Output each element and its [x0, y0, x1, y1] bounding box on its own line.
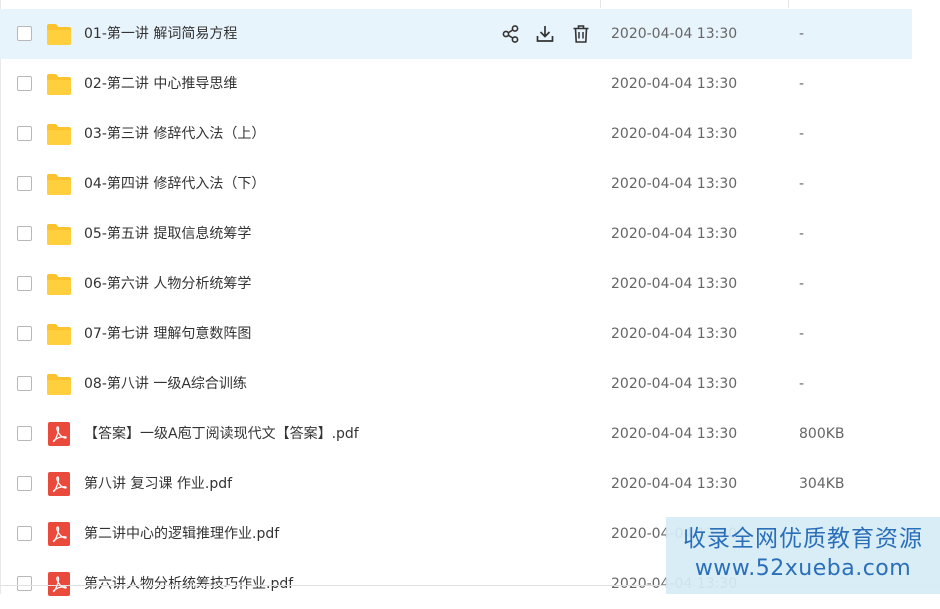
modified-date: 2020-04-04 13:30: [611, 476, 738, 492]
row-checkbox[interactable]: [17, 376, 32, 391]
modified-date: 2020-04-04 13:30: [611, 376, 738, 392]
modified-date: 2020-04-04 13:30: [611, 226, 738, 242]
folder-row[interactable]: 01-第一讲 解词简易方程 2020-04-04 13:30 -: [0, 9, 912, 59]
file-size: -: [799, 276, 805, 292]
file-size: -: [799, 76, 805, 92]
file-name[interactable]: 06-第六讲 人物分析统筹学: [84, 259, 251, 309]
row-checkbox[interactable]: [17, 126, 32, 141]
row-checkbox[interactable]: [17, 76, 32, 91]
folder-icon: [46, 22, 72, 46]
file-size: 304KB: [799, 476, 845, 492]
column-divider: [788, 0, 789, 8]
row-checkbox[interactable]: [17, 476, 32, 491]
folder-icon: [46, 372, 72, 396]
folder-icon: [46, 72, 72, 96]
file-name[interactable]: 第二讲中心的逻辑推理作业.pdf: [84, 509, 279, 559]
download-icon[interactable]: [534, 23, 556, 45]
folder-row[interactable]: 04-第四讲 修辞代入法（下） 2020-04-04 13:30 -: [0, 159, 912, 209]
file-size: -: [799, 376, 805, 392]
watermark-slogan: 收录全网优质教育资源: [683, 526, 923, 552]
file-size: -: [799, 176, 805, 192]
folder-row[interactable]: 08-第八讲 一级A综合训练 2020-04-04 13:30 -: [0, 359, 912, 409]
row-checkbox[interactable]: [17, 326, 32, 341]
pdf-icon: [46, 422, 72, 446]
row-checkbox[interactable]: [17, 526, 32, 541]
file-name[interactable]: 04-第四讲 修辞代入法（下）: [84, 159, 265, 209]
folder-icon: [46, 222, 72, 246]
folder-row[interactable]: 02-第二讲 中心推导思维 2020-04-04 13:30 -: [0, 59, 912, 109]
folder-icon: [46, 172, 72, 196]
file-row[interactable]: 第八讲 复习课 作业.pdf 2020-04-04 13:30 304KB: [0, 459, 912, 509]
modified-date: 2020-04-04 13:30: [611, 276, 738, 292]
file-size: -: [799, 126, 805, 142]
file-size: -: [799, 26, 805, 42]
modified-date: 2020-04-04 13:30: [611, 126, 738, 142]
pdf-icon: [46, 522, 72, 546]
folder-row[interactable]: 05-第五讲 提取信息统筹学 2020-04-04 13:30 -: [0, 209, 912, 259]
file-name[interactable]: 第六讲人物分析统筹技巧作业.pdf: [84, 559, 293, 609]
folder-row[interactable]: 06-第六讲 人物分析统筹学 2020-04-04 13:30 -: [0, 259, 912, 309]
file-name[interactable]: 【答案】一级A庖丁阅读现代文【答案】.pdf: [84, 409, 359, 459]
file-name[interactable]: 03-第三讲 修辞代入法（上）: [84, 109, 265, 159]
folder-icon: [46, 272, 72, 296]
column-divider: [600, 0, 601, 8]
folder-row[interactable]: 03-第三讲 修辞代入法（上） 2020-04-04 13:30 -: [0, 109, 912, 159]
modified-date: 2020-04-04 13:30: [611, 176, 738, 192]
file-name[interactable]: 08-第八讲 一级A综合训练: [84, 359, 247, 409]
file-size: -: [799, 226, 805, 242]
watermark-url: www.52xueba.com: [694, 556, 912, 581]
file-row[interactable]: 【答案】一级A庖丁阅读现代文【答案】.pdf 2020-04-04 13:30 80…: [0, 409, 912, 459]
file-name[interactable]: 05-第五讲 提取信息统筹学: [84, 209, 251, 259]
row-checkbox[interactable]: [17, 276, 32, 291]
pdf-icon: [46, 572, 72, 596]
folder-icon: [46, 322, 72, 346]
row-checkbox[interactable]: [17, 26, 32, 41]
row-checkbox[interactable]: [17, 226, 32, 241]
modified-date: 2020-04-04 13:30: [611, 326, 738, 342]
modified-date: 2020-04-04 13:30: [611, 426, 738, 442]
file-name[interactable]: 02-第二讲 中心推导思维: [84, 59, 237, 109]
pdf-icon: [46, 472, 72, 496]
row-checkbox[interactable]: [17, 176, 32, 191]
row-checkbox[interactable]: [17, 576, 32, 591]
row-checkbox[interactable]: [17, 426, 32, 441]
modified-date: 2020-04-04 13:30: [611, 76, 738, 92]
watermark-banner: 收录全网优质教育资源 www.52xueba.com: [666, 517, 940, 594]
file-name[interactable]: 第八讲 复习课 作业.pdf: [84, 459, 232, 509]
file-name[interactable]: 07-第七讲 理解句意数阵图: [84, 309, 251, 359]
file-size: -: [799, 326, 805, 342]
file-name[interactable]: 01-第一讲 解词简易方程: [84, 9, 237, 59]
file-size: 800KB: [799, 426, 845, 442]
delete-icon[interactable]: [570, 23, 592, 45]
share-icon[interactable]: [500, 23, 522, 45]
modified-date: 2020-04-04 13:30: [611, 26, 738, 42]
folder-icon: [46, 122, 72, 146]
folder-row[interactable]: 07-第七讲 理解句意数阵图 2020-04-04 13:30 -: [0, 309, 912, 359]
column-header-dividers: [0, 0, 940, 8]
